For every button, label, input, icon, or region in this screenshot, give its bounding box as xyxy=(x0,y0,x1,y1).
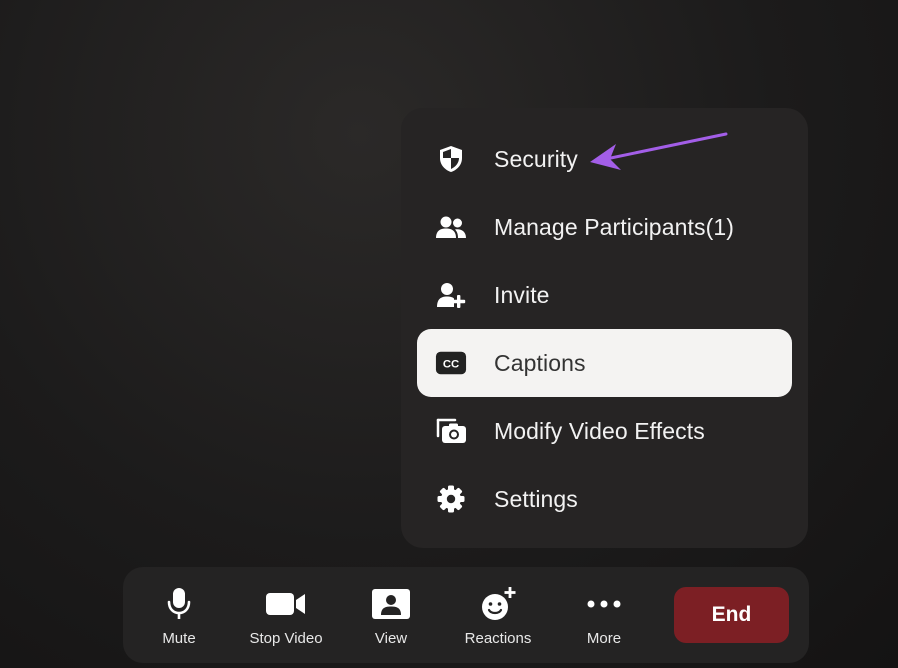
reactions-button[interactable]: Reactions xyxy=(448,567,548,663)
menu-item-modify-video-effects[interactable]: Modify Video Effects xyxy=(417,397,792,465)
shield-icon xyxy=(435,144,467,174)
mute-label: Mute xyxy=(162,630,196,647)
svg-text:CC: CC xyxy=(443,359,459,371)
menu-item-label: Manage Participants(1) xyxy=(494,213,734,240)
menu-item-label: Security xyxy=(494,145,578,172)
more-dots-icon xyxy=(582,587,626,621)
mute-button[interactable]: Mute xyxy=(129,567,229,663)
end-button[interactable]: End xyxy=(674,587,789,643)
menu-item-captions[interactable]: CC Captions xyxy=(417,329,792,397)
menu-item-invite[interactable]: Invite xyxy=(417,261,792,329)
more-label: More xyxy=(586,630,622,647)
menu-item-manage-participants[interactable]: Manage Participants(1) xyxy=(417,193,792,261)
more-menu: Security Manage Participants(1) Invite C… xyxy=(401,108,808,548)
menu-item-label: Modify Video Effects xyxy=(494,417,705,444)
more-button[interactable]: More xyxy=(554,567,654,663)
view-label: View xyxy=(374,630,408,647)
video-camera-icon xyxy=(264,587,308,621)
view-icon xyxy=(369,587,413,621)
participants-icon xyxy=(435,212,467,242)
menu-item-label: Settings xyxy=(494,485,578,512)
meeting-toolbar: Mute Stop Video View Reactions More End xyxy=(123,567,809,663)
add-user-icon xyxy=(435,280,467,310)
cc-icon: CC xyxy=(435,348,467,378)
reactions-label: Reactions xyxy=(464,630,532,647)
gear-icon xyxy=(435,484,467,514)
stop-video-button[interactable]: Stop Video xyxy=(236,567,336,663)
annotation-arrow-icon xyxy=(590,132,728,170)
microphone-icon xyxy=(157,587,201,621)
reactions-icon xyxy=(476,587,520,621)
menu-item-settings[interactable]: Settings xyxy=(417,465,792,533)
stop-video-label: Stop Video xyxy=(249,630,323,647)
view-button[interactable]: View xyxy=(341,567,441,663)
video-effects-icon xyxy=(435,416,467,446)
menu-item-label: Invite xyxy=(494,281,550,308)
menu-item-label: Captions xyxy=(494,349,586,376)
